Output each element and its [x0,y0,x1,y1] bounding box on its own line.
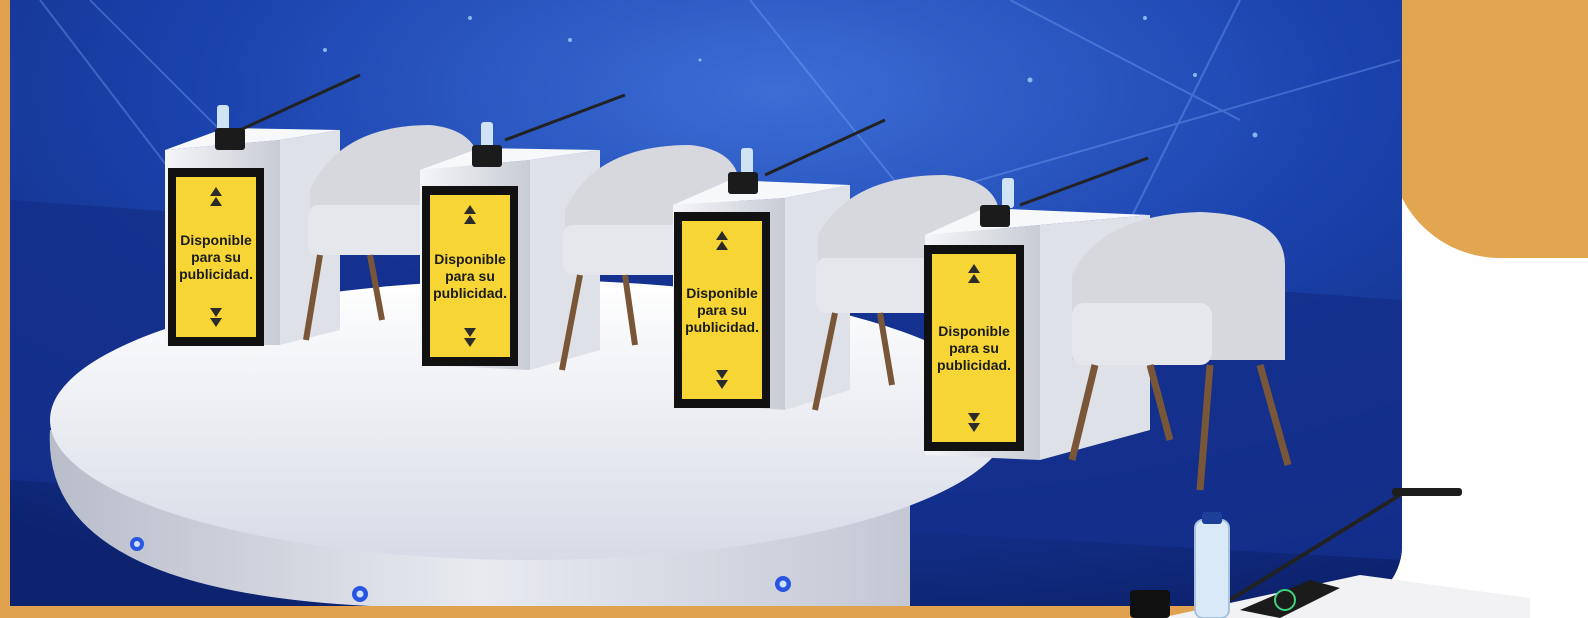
sign-text-line: Disponible [686,284,758,301]
up-arrows-icon [716,231,728,250]
foreground-podium [1130,488,1530,618]
sign-text-line: publicidad. [433,284,507,301]
sign-text-line: publicidad. [937,356,1011,373]
down-arrows-icon [464,328,476,347]
orange-corner-block [1390,0,1588,258]
orange-frame-left [0,0,10,618]
sign-text-line: para su [949,339,999,356]
down-arrows-icon [210,308,222,327]
sign-text-line: para su [445,267,495,284]
ad-sign-1: Disponible para su publicidad. [168,168,264,346]
sign-text-line: Disponible [180,231,252,248]
down-arrows-icon [968,413,980,432]
sign-text-line: para su [191,248,241,265]
up-arrows-icon [968,264,980,283]
up-arrows-icon [464,205,476,224]
up-arrows-icon [210,187,222,206]
ad-sign-2: Disponible para su publicidad. [422,186,518,366]
ad-sign-4: Disponible para su publicidad. [924,245,1024,451]
sign-text-line: Disponible [434,250,506,267]
sign-text-line: publicidad. [685,318,759,335]
down-arrows-icon [716,370,728,389]
sign-text-line: para su [697,301,747,318]
sign-text-line: Disponible [938,322,1010,339]
ad-sign-3: Disponible para su publicidad. [674,212,770,408]
sign-text-line: publicidad. [179,265,253,282]
